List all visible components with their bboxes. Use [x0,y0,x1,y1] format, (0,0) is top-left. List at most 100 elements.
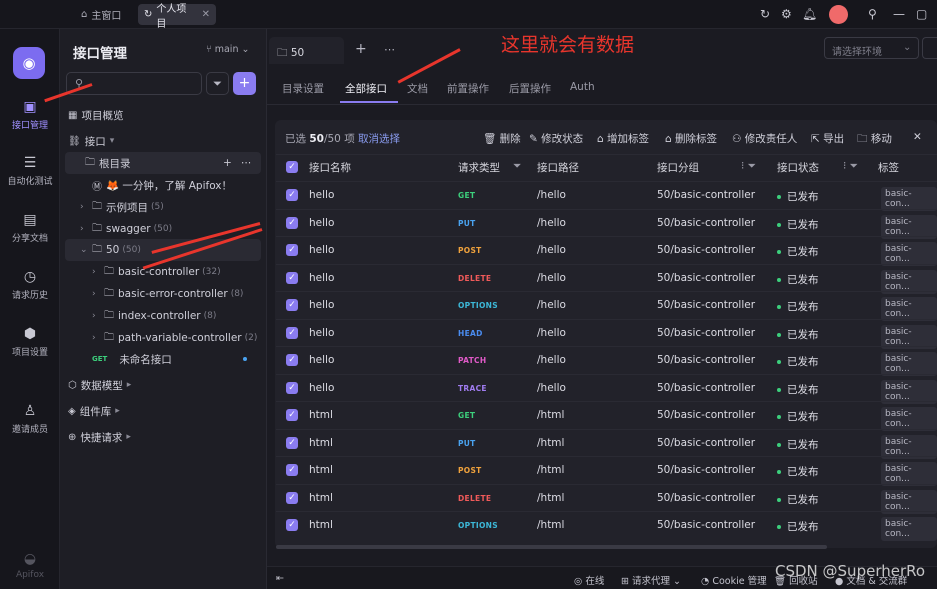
api-name[interactable]: hello [309,299,334,311]
row-checkbox[interactable]: ✓ [286,381,298,394]
subtab-pre-ops[interactable]: 前置操作 [447,81,489,96]
api-name[interactable]: hello [309,354,334,366]
api-status[interactable]: 已发布 [777,244,819,259]
avatar[interactable] [829,5,848,24]
sidebar-item-path-variable[interactable]: › 🗀︎ path-variable-controller (2) [60,327,267,349]
api-name[interactable]: hello [309,217,334,229]
tab-project[interactable]: ↻ 个人项目 ✕ [138,4,216,30]
col-header-group[interactable]: 接口分组 [657,160,699,175]
move-button[interactable]: 🗀︎ 移动 [857,131,892,149]
bulk-status-button[interactable]: ✎ 修改状态 [529,131,583,146]
table-row[interactable]: ✓ html POST/html 50/basic-controller 已发布 basi… [276,456,937,486]
row-checkbox[interactable]: ✓ [286,271,298,284]
table-row[interactable]: ✓ hello POST/hello 50/basic-controller 已发布 ba… [276,236,937,266]
sort-icon[interactable]: ⁝ ⏷ [843,160,858,173]
export-button[interactable]: ⇱ 导出 [811,131,844,146]
row-checkbox[interactable]: ✓ [286,189,298,201]
col-header-status[interactable]: 接口状态 [777,160,819,175]
col-header-path[interactable]: 接口路径 [537,160,579,175]
rail-item-settings[interactable]: ⬢ 项目设置 [0,326,60,358]
sidebar-item-examples[interactable]: › 🗀︎ 示例项目 (5) [60,196,267,218]
row-checkbox[interactable]: ✓ [286,244,298,256]
rail-item-api[interactable]: ▣ 接口管理 [0,99,60,131]
rail-item-share[interactable]: ▤ 分享文档 [0,212,60,244]
api-status[interactable]: 已发布 [777,519,819,534]
col-header-method[interactable]: 请求类型 [458,160,500,175]
api-name[interactable]: hello [309,244,334,256]
sidebar-item-unnamed[interactable]: GET 未命名接口 [60,348,267,370]
pin-icon[interactable]: ⚲ [868,7,877,21]
gear-icon[interactable]: ⚙ [781,7,792,21]
search-input[interactable]: ⚲ [66,72,202,95]
tab-50[interactable]: 🗀︎ 50 [269,37,344,64]
horizontal-scrollbar[interactable] [276,545,827,549]
api-name[interactable]: html [309,519,333,531]
api-status[interactable]: 已发布 [777,217,819,232]
api-status[interactable]: 已发布 [777,272,819,287]
request-proxy[interactable]: ⊞ 请求代理 ⌄ [621,573,681,587]
api-status[interactable]: 已发布 [777,409,819,424]
table-row[interactable]: ✓ hello DELETE/hello 50/basic-controller 已发布… [276,263,937,294]
api-name[interactable]: html [309,492,333,504]
row-checkbox[interactable]: ✓ [286,326,298,339]
sidebar-item-intro[interactable]: Ⓜ 🦊 一分钟，了解 Apifox！ [60,174,267,196]
filter-icon[interactable]: ⏷ [513,160,521,173]
add-button[interactable]: + [233,72,256,95]
api-status[interactable]: 已发布 [777,327,819,342]
cookie-manager[interactable]: ◔ Cookie 管理 [701,573,767,587]
subtab-all-apis[interactable]: 全部接口 [345,81,387,96]
rail-item-autotest[interactable]: ☰ 自动化测试 [0,155,60,187]
row-checkbox[interactable]: ✓ [286,519,298,531]
row-checkbox[interactable]: ✓ [286,436,298,449]
bulk-delete-button[interactable]: 🗑︎ 删除 [483,131,521,146]
api-status[interactable]: 已发布 [777,492,819,507]
table-row[interactable]: ✓ html DELETE/html 50/basic-controller 已发布 ba… [276,483,937,514]
table-row[interactable]: ✓ html PUT/html 50/basic-controller 已发布 basic… [276,428,937,459]
api-status[interactable]: 已发布 [777,189,819,204]
api-name[interactable]: hello [309,189,334,201]
online-status[interactable]: ◎ 在线 [574,573,604,587]
api-name[interactable]: hello [309,382,334,394]
row-checkbox[interactable]: ✓ [286,464,298,476]
row-checkbox[interactable]: ✓ [286,216,298,229]
close-icon[interactable]: ✕ [202,9,210,20]
api-status[interactable]: 已发布 [777,382,819,397]
sidebar-item-basic-error[interactable]: › 🗀︎ basic-error-controller (8) [60,283,267,305]
more-icon[interactable]: ⋯ [384,43,395,56]
table-row[interactable]: ✓ hello OPTIONS/hello 50/basic-controller 已发… [276,291,937,321]
tab-main-window[interactable]: ⌂ 主窗口 [75,4,127,25]
more-icon[interactable]: ⋯ [241,157,252,169]
subtab-docs[interactable]: 文档 [407,81,428,96]
rail-item-invite[interactable]: ♙ 邀请成员 [0,403,60,435]
row-checkbox[interactable]: ✓ [286,409,298,421]
api-name[interactable]: hello [309,272,334,284]
col-header-tag[interactable]: 标签 [878,160,899,175]
collapse-sidebar-icon[interactable]: ⇤ [276,573,284,584]
minimize-icon[interactable]: — [893,7,905,21]
api-name[interactable]: html [309,437,333,449]
api-status[interactable]: 已发布 [777,437,819,452]
subtab-auth[interactable]: Auth [570,81,595,93]
sidebar-item-index[interactable]: › 🗀︎ index-controller (8) [60,305,267,327]
sidebar-item-basic[interactable]: › 🗀︎ basic-controller (32) [60,261,267,283]
api-name[interactable]: hello [309,327,334,339]
env-select[interactable]: 请选择环境 ⌄ [824,37,919,59]
select-all-checkbox[interactable]: ✓ [286,161,298,173]
api-status[interactable]: 已发布 [777,299,819,314]
subtab-dir-settings[interactable]: 目录设置 [282,81,324,96]
branch-selector[interactable]: ⑂ main ⌄ [206,44,249,55]
api-status[interactable]: 已发布 [777,464,819,479]
change-owner-button[interactable]: ⚇ 修改责任人 [732,131,797,146]
filter-button[interactable]: ⏷ [206,72,229,95]
rail-item-history[interactable]: ◷ 请求历史 [0,269,60,301]
col-header-name[interactable]: 接口名称 [309,160,351,175]
api-name[interactable]: html [309,409,333,421]
table-row[interactable]: ✓ hello GET/hello 50/basic-controller 已发布 bas… [276,181,937,211]
subtab-post-ops[interactable]: 后置操作 [509,81,551,96]
cancel-selection-link[interactable]: 取消选择 [358,133,400,145]
sidebar-item-overview[interactable]: ▦ 项目概览 [60,104,267,126]
sync-icon[interactable]: ↻ [760,7,770,21]
api-status[interactable]: 已发布 [777,354,819,369]
sidebar-item-models[interactable]: ⬡ 数据模型 ▸ [60,374,267,396]
row-checkbox[interactable]: ✓ [286,299,298,311]
